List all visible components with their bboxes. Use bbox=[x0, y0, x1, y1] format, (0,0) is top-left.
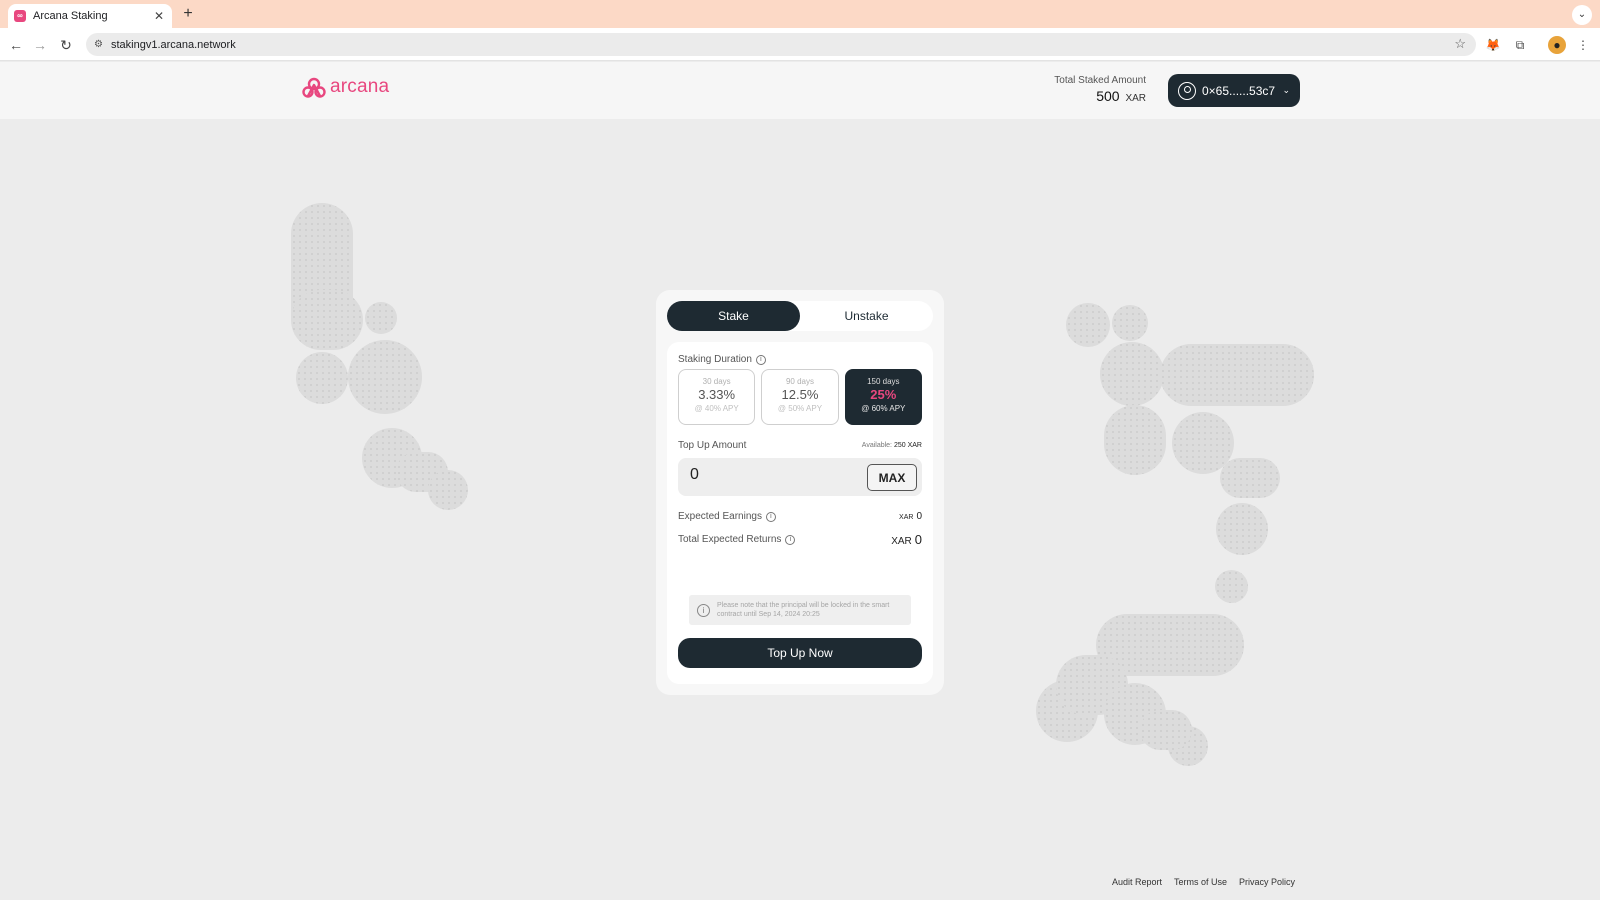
extensions-puzzle-icon[interactable]: ⧉ bbox=[1511, 36, 1529, 54]
total-returns-unit: XAR bbox=[891, 536, 912, 547]
wallet-address: 0×65......53c7 bbox=[1202, 83, 1276, 98]
duration-apy: @ 40% APY bbox=[694, 404, 739, 413]
decor-blob bbox=[1066, 303, 1110, 347]
decor-blob bbox=[1112, 305, 1148, 341]
url-text: stakingv1.arcana.network bbox=[110, 38, 236, 51]
staking-duration-label: Staking Duration bbox=[678, 354, 752, 365]
tab-stake[interactable]: Stake bbox=[667, 301, 800, 331]
tab-unstake[interactable]: Unstake bbox=[800, 301, 933, 331]
available-balance: Available: 250 XAR bbox=[862, 442, 922, 449]
decor-blob bbox=[1140, 710, 1192, 750]
total-returns-heading: Total Expected Returns i bbox=[678, 534, 796, 545]
new-tab-button[interactable]: + bbox=[178, 5, 198, 23]
duration-days: 30 days bbox=[702, 377, 731, 386]
arcana-favicon-icon: ∞ bbox=[14, 10, 26, 22]
expected-earnings-value: 0 bbox=[916, 511, 922, 522]
top-up-now-button[interactable]: Top Up Now bbox=[678, 638, 922, 668]
top-up-amount-input[interactable] bbox=[690, 466, 850, 484]
duration-option-90-days[interactable]: 90 days 12.5% @ 50% APY bbox=[761, 369, 839, 425]
decor-blob bbox=[291, 290, 363, 350]
privacy-policy-link[interactable]: Privacy Policy bbox=[1239, 877, 1295, 887]
tab-search-chevron-icon[interactable]: ⌄ bbox=[1572, 5, 1592, 25]
browser-menu-icon[interactable]: ⋮ bbox=[1574, 36, 1592, 54]
user-avatar-icon bbox=[1178, 81, 1196, 100]
decor-blob bbox=[1160, 344, 1314, 406]
site-info-icon[interactable]: ⚙ bbox=[94, 39, 103, 50]
decor-blob bbox=[1215, 570, 1248, 603]
info-icon[interactable]: i bbox=[755, 354, 766, 365]
decor-blob bbox=[1216, 503, 1268, 555]
decor-blob bbox=[1100, 342, 1164, 406]
expected-earnings-heading: Expected Earnings i bbox=[678, 511, 776, 522]
address-bar[interactable]: ⚙ stakingv1.arcana.network ☆ bbox=[86, 33, 1476, 56]
arcana-logo-icon bbox=[302, 77, 326, 98]
available-label: Available: bbox=[861, 442, 893, 449]
available-value: 250 XAR bbox=[893, 442, 922, 449]
expected-earnings-amount: XAR 0 bbox=[899, 511, 922, 522]
duration-rate: 25% bbox=[870, 387, 897, 402]
decor-blob bbox=[1220, 458, 1280, 498]
stake-form: Staking Duration i 30 days 3.33% @ 40% A… bbox=[667, 342, 933, 684]
decor-blob bbox=[348, 340, 422, 414]
back-arrow-icon[interactable]: ← bbox=[6, 35, 26, 55]
terms-of-use-link[interactable]: Terms of Use bbox=[1174, 877, 1227, 887]
duration-rate: 3.33% bbox=[698, 387, 736, 402]
decor-blob bbox=[428, 470, 468, 510]
lock-notice-text: Please note that the principal will be l… bbox=[717, 602, 890, 618]
total-returns-amount: XAR 0 bbox=[891, 532, 922, 547]
wallet-button[interactable]: 0×65......53c7 ⌄ bbox=[1168, 74, 1300, 107]
browser-tab[interactable]: ∞ Arcana Staking ✕ bbox=[8, 4, 172, 28]
close-icon[interactable]: ✕ bbox=[152, 9, 166, 23]
reload-icon[interactable]: ↻ bbox=[56, 35, 76, 55]
info-icon: i bbox=[697, 603, 710, 617]
top-up-amount-label: Top Up Amount bbox=[678, 440, 747, 451]
total-returns-value: 0 bbox=[914, 532, 922, 547]
info-icon[interactable]: i bbox=[765, 511, 776, 522]
metamask-extension-icon[interactable]: 🦊 bbox=[1484, 36, 1502, 54]
logo-text: arcana bbox=[330, 76, 390, 97]
forward-arrow-icon[interactable]: → bbox=[30, 35, 50, 55]
tab-title: Arcana Staking bbox=[33, 10, 108, 22]
chevron-down-icon: ⌄ bbox=[1282, 85, 1290, 95]
info-icon[interactable]: i bbox=[785, 534, 796, 545]
max-button[interactable]: MAX bbox=[867, 464, 917, 491]
lock-notice: i Please note that the principal will be… bbox=[689, 595, 911, 625]
staking-card: Stake Unstake Staking Duration i 30 days… bbox=[656, 290, 944, 695]
profile-avatar-icon[interactable]: ● bbox=[1548, 36, 1566, 54]
duration-rate: 12.5% bbox=[781, 387, 819, 402]
duration-apy: @ 50% APY bbox=[777, 404, 823, 413]
bookmark-star-icon[interactable]: ☆ bbox=[1454, 36, 1466, 52]
duration-option-30-days[interactable]: 30 days 3.33% @ 40% APY bbox=[678, 369, 756, 425]
site-header: arcana Total Staked Amount 500 XAR 0×65.… bbox=[0, 62, 1600, 119]
total-staked-amount: 500 XAR bbox=[1000, 88, 1146, 104]
expected-earnings-label: Expected Earnings bbox=[678, 511, 762, 522]
stake-mode-toggle: Stake Unstake bbox=[667, 301, 933, 331]
total-staked-label: Total Staked Amount bbox=[1054, 75, 1146, 86]
duration-apy: @ 60% APY bbox=[861, 404, 906, 413]
browser-tab-strip: ∞ Arcana Staking ✕ + ⌄ bbox=[0, 0, 1600, 28]
total-staked-value: 500 bbox=[1096, 88, 1120, 104]
arcana-logo[interactable]: arcana bbox=[302, 76, 389, 98]
expected-earnings-unit: XAR bbox=[899, 514, 914, 521]
audit-report-link[interactable]: Audit Report bbox=[1112, 877, 1162, 887]
duration-options: 30 days 3.33% @ 40% APY 90 days 12.5% @ … bbox=[678, 369, 922, 425]
staking-duration-heading: Staking Duration i bbox=[678, 354, 766, 365]
total-staked: Total Staked Amount 500 XAR bbox=[1000, 75, 1146, 104]
decor-blob bbox=[1104, 405, 1166, 475]
duration-days: 90 days bbox=[785, 377, 814, 386]
decor-blob bbox=[296, 352, 348, 404]
decor-blob bbox=[365, 302, 397, 334]
amount-field-container: MAX bbox=[678, 458, 922, 496]
duration-option-150-days[interactable]: 150 days 25% @ 60% APY bbox=[844, 369, 922, 425]
footer-links: Audit Report Terms of Use Privacy Policy bbox=[1112, 877, 1295, 887]
browser-toolbar: ← → ↻ ⚙ stakingv1.arcana.network ☆ 🦊 ⧉ ●… bbox=[0, 28, 1600, 61]
total-staked-unit: XAR bbox=[1125, 93, 1146, 104]
total-returns-label: Total Expected Returns bbox=[678, 534, 782, 545]
duration-days: 150 days bbox=[867, 377, 900, 386]
